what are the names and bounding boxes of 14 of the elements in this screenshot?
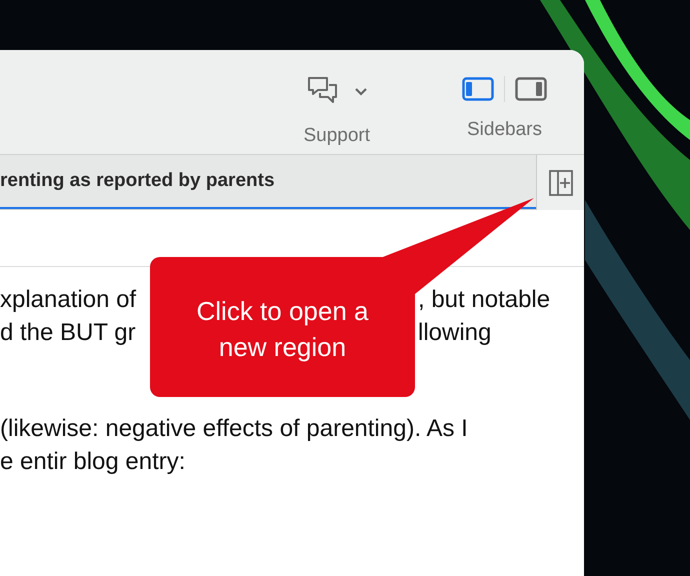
toolbar-label: Sidebars [467, 118, 542, 142]
split-view-button[interactable] [536, 155, 584, 210]
toolbar-label: Support [303, 124, 370, 148]
text-line: xplanation of [0, 285, 138, 315]
left-sidebar-toggle[interactable] [462, 77, 494, 101]
callout: Click to open a new region [150, 257, 415, 397]
chevron-down-icon [354, 87, 368, 97]
text-line: e entir blog entry: [0, 447, 186, 477]
split-plus-icon [548, 170, 572, 196]
text-line: llowing [418, 318, 492, 348]
text-line: d the BUT gr [0, 318, 137, 348]
text-line: (likewise: negative effects of parenting). As I [0, 414, 469, 444]
right-sidebar-toggle[interactable] [515, 77, 547, 101]
text-line: , but notable [418, 285, 552, 315]
